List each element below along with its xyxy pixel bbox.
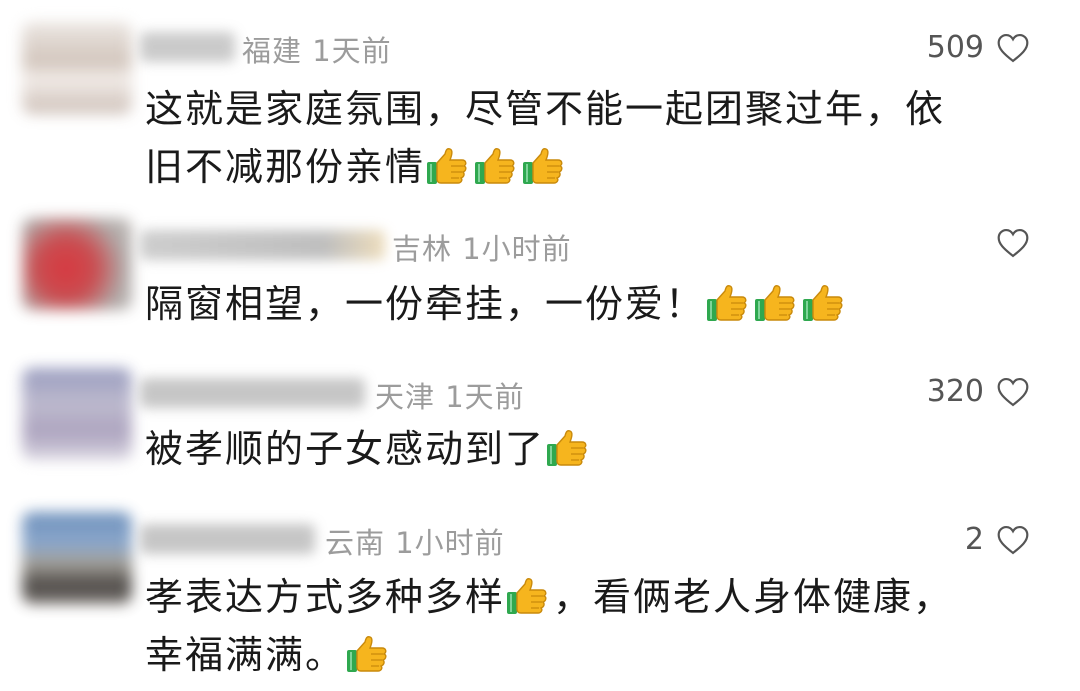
thumbs-up-emoji-icon	[801, 281, 845, 321]
thumbs-up-emoji-icon	[425, 144, 469, 184]
comment-meta: 云南 1小时前	[325, 520, 505, 562]
comment-time: 1天前	[312, 34, 392, 68]
thumbs-up-emoji-icon	[545, 426, 589, 466]
heart-outline-icon[interactable]	[996, 33, 1030, 63]
comment-meta: 福建 1天前	[242, 28, 392, 70]
comment-text-line: 孝表达方式多种多样 ，看俩老人身体健康，	[145, 574, 954, 619]
username-blurred[interactable]	[140, 230, 385, 260]
comment-text-line: 旧不减那份亲情	[145, 138, 945, 196]
thumbs-up-emoji-icon	[505, 574, 549, 614]
thumbs-up-emoji-icon	[521, 144, 565, 184]
comment-location: 吉林	[392, 232, 453, 266]
comment-meta: 吉林 1小时前	[392, 226, 572, 268]
thumbs-up-emoji-icon	[473, 144, 517, 184]
like-control[interactable]: 509	[927, 30, 1030, 65]
comment-location: 云南	[325, 526, 386, 560]
comment-text: 被孝顺的子女感动到了	[145, 420, 593, 478]
comment-text: 隔窗相望，一份牵挂，一份爱！	[145, 275, 849, 333]
thumbs-up-emoji-icon	[345, 632, 389, 672]
heart-outline-icon[interactable]	[996, 525, 1030, 555]
like-count: 2	[964, 522, 984, 557]
thumbs-up-emoji-icon	[753, 281, 797, 321]
comment-text-line: 隔窗相望，一份牵挂，一份爱！	[145, 275, 849, 333]
like-count: 509	[926, 30, 984, 65]
comment-text-line: 幸福满满。	[145, 626, 953, 684]
like-control[interactable]	[996, 228, 1030, 258]
comment-time: 1小时前	[395, 526, 505, 560]
avatar[interactable]	[22, 218, 132, 310]
comment-meta: 天津 1天前	[375, 374, 525, 416]
comment-location: 福建	[242, 34, 303, 68]
comment-text: 这就是家庭氛围，尽管不能一起团聚过年，依 旧不减那份亲情	[145, 80, 945, 196]
like-control[interactable]: 320	[927, 374, 1030, 409]
comment-text-line: 被孝顺的子女感动到了	[145, 420, 593, 478]
username-blurred[interactable]	[140, 378, 365, 408]
avatar[interactable]	[22, 22, 132, 114]
avatar[interactable]	[22, 368, 132, 460]
comment-text: 孝表达方式多种多样 ，看俩老人身体健康， 幸福满满。	[145, 568, 953, 684]
comment-time: 1小时前	[462, 232, 572, 266]
username-blurred[interactable]	[140, 524, 315, 554]
avatar[interactable]	[22, 512, 132, 604]
like-control[interactable]: 2	[965, 522, 1030, 557]
thumbs-up-emoji-icon	[705, 281, 749, 321]
heart-outline-icon[interactable]	[996, 228, 1030, 258]
like-count: 320	[926, 374, 984, 409]
comment-time: 1天前	[445, 380, 525, 414]
comment-text-line: 这就是家庭氛围，尽管不能一起团聚过年，依	[145, 87, 946, 131]
comment-location: 天津	[375, 380, 436, 414]
username-blurred[interactable]	[140, 32, 235, 62]
heart-outline-icon[interactable]	[996, 377, 1030, 407]
